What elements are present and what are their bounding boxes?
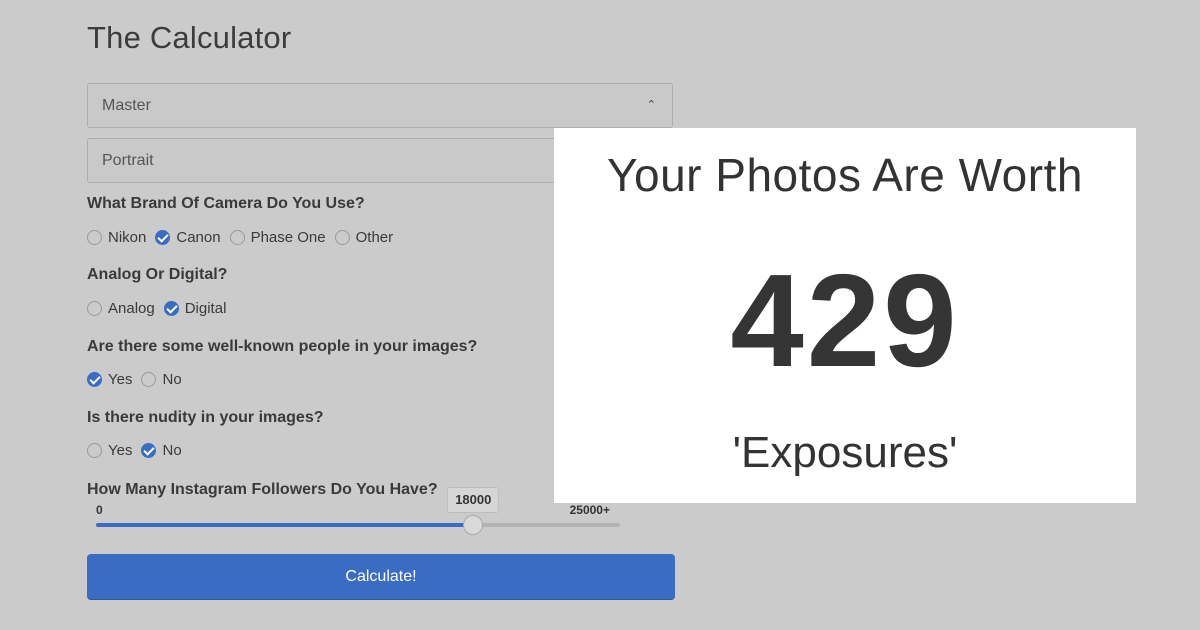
option-nikon-label: Nikon (108, 229, 147, 246)
option-nudity-yes[interactable]: Yes (87, 442, 132, 459)
option-famous-yes[interactable]: Yes (87, 371, 132, 388)
slider-fill (96, 523, 474, 527)
option-nikon[interactable]: Nikon (87, 229, 146, 246)
radio-digital[interactable] (163, 301, 179, 316)
radio-phase-one[interactable] (229, 230, 245, 245)
option-canon-label: Canon (176, 229, 221, 246)
option-famous-no[interactable]: No (141, 371, 182, 388)
followers-slider[interactable]: 0 25000+ (94, 500, 622, 540)
radio-famous-no[interactable] (141, 372, 157, 387)
option-other-label: Other (355, 229, 394, 246)
result-panel: Your Photos Are Worth 429 'Exposures' (554, 128, 1136, 503)
question-instagram-followers: How Many Instagram Followers Do You Have… (87, 481, 438, 498)
slider-max-label: 25000+ (569, 503, 610, 517)
radio-nudity-no[interactable] (141, 443, 157, 458)
radio-famous-yes[interactable] (87, 372, 102, 387)
level-select-value: Master (102, 97, 151, 114)
question-camera-brand: What Brand Of Camera Do You Use? (87, 195, 365, 212)
radio-other[interactable] (334, 230, 350, 245)
option-phase-one-label: Phase One (250, 229, 326, 246)
option-phase-one[interactable]: Phase One (229, 229, 326, 246)
radio-nudity-yes[interactable] (87, 443, 102, 458)
option-famous-yes-label: Yes (108, 371, 133, 388)
page-title: The Calculator (87, 20, 292, 55)
option-nudity-no-label: No (162, 442, 182, 459)
camera-brand-options: Nikon Canon Phase One Other (87, 229, 402, 246)
question-famous-people: Are there some well-known people in your… (87, 338, 478, 355)
radio-nikon[interactable] (87, 230, 102, 245)
level-select[interactable]: Master ⌃ (87, 83, 673, 128)
option-other[interactable]: Other (334, 229, 394, 246)
question-analog-digital: Analog Or Digital? (87, 266, 228, 283)
calculate-button[interactable]: Calculate! (87, 554, 675, 599)
slider-min-label: 0 (96, 503, 103, 517)
option-canon[interactable]: Canon (155, 229, 221, 246)
slider-track[interactable] (96, 523, 620, 527)
slider-handle[interactable] (463, 515, 484, 535)
option-nudity-yes-label: Yes (108, 442, 133, 459)
chevron-up-down-icon: ⌃ (646, 99, 656, 111)
option-digital[interactable]: Digital (163, 300, 227, 317)
result-unit: 'Exposures' (732, 428, 958, 477)
nudity-options: Yes No (87, 442, 191, 459)
result-value: 429 (730, 247, 960, 394)
option-famous-no-label: No (162, 371, 182, 388)
question-nudity: Is there nudity in your images? (87, 409, 324, 426)
analog-digital-options: Analog Digital (87, 300, 235, 317)
option-nudity-no[interactable]: No (141, 442, 182, 459)
result-heading: Your Photos Are Worth (607, 149, 1083, 201)
option-analog-label: Analog (108, 300, 155, 317)
genre-select-value: Portrait (102, 152, 154, 169)
radio-analog[interactable] (87, 301, 102, 316)
famous-people-options: Yes No (87, 371, 191, 388)
radio-canon[interactable] (155, 230, 171, 245)
option-digital-label: Digital (184, 300, 227, 317)
option-analog[interactable]: Analog (87, 300, 155, 317)
